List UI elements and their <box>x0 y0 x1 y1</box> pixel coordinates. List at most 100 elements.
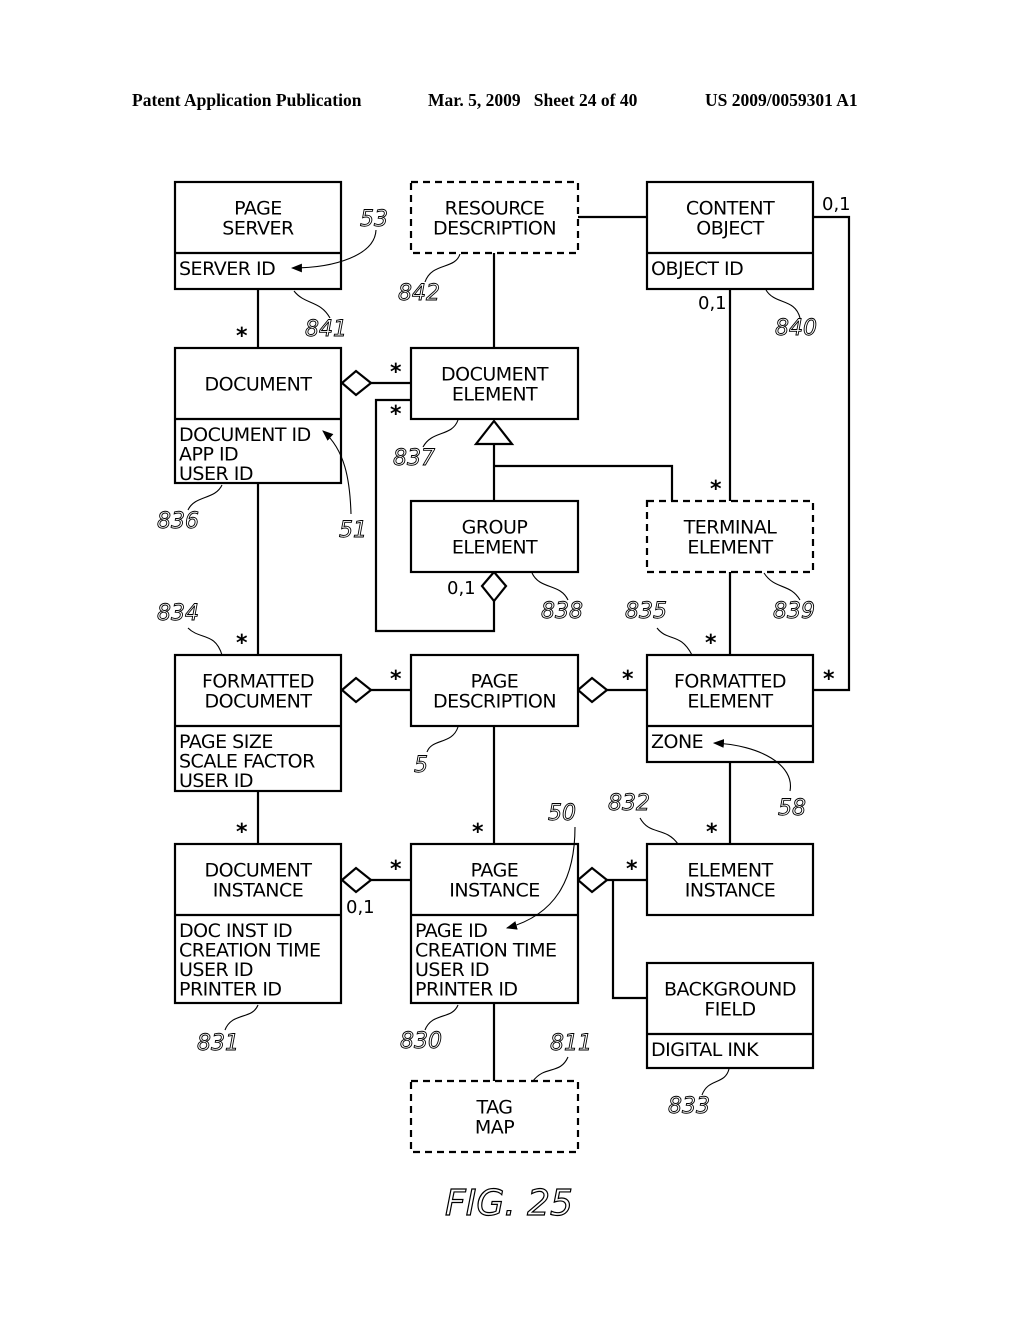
page-server-title-line: SERVER <box>222 218 294 240</box>
page-description-title-line: PAGE <box>471 671 519 693</box>
mult-formatted-document: * <box>236 631 248 656</box>
class-element-instance: ELEMENTINSTANCE <box>645 842 815 917</box>
document-element-title-line: DOCUMENT <box>441 364 549 386</box>
ref-5: 5 <box>414 753 428 778</box>
ref-58: 58 <box>778 796 806 821</box>
leader-831 <box>224 1004 259 1031</box>
aggregation-diamond-document-instance <box>340 866 373 894</box>
class-terminal-element: TERMINALELEMENT <box>645 499 815 574</box>
class-document-element: DOCUMENTELEMENT <box>409 346 580 421</box>
aggregation-diamond-page-instance <box>576 866 609 894</box>
class-tag-map: TAGMAP <box>409 1079 580 1154</box>
mult-docelement-aggregated: * <box>390 360 402 385</box>
mult-formatted-element-right: * <box>823 667 835 692</box>
ref-832: 832 <box>608 791 650 816</box>
aggregation-diamond-group-element <box>480 570 508 603</box>
leader-836 <box>187 484 223 511</box>
leader-830 <box>424 1004 459 1031</box>
formatted-element-attribute: ZONE <box>651 731 703 753</box>
page-instance-title-line: INSTANCE <box>449 880 540 902</box>
group-element-title-line: ELEMENT <box>452 537 538 559</box>
formatted-document-title-line: DOCUMENT <box>205 691 313 713</box>
page-instance-title-line: PAGE <box>471 860 519 882</box>
element-instance-title-line: INSTANCE <box>685 880 776 902</box>
ref-842: 842 <box>398 281 440 306</box>
page-server-title-line: PAGE <box>234 198 282 220</box>
element-instance-title-line: ELEMENT <box>687 860 773 882</box>
mult-page-instance-top: * <box>472 820 484 845</box>
mult-document-instance: * <box>236 820 248 845</box>
document-element-title-line: ELEMENT <box>452 384 538 406</box>
leader-838 <box>531 572 569 601</box>
mult-page-instance-left: * <box>390 857 402 882</box>
ref-840: 840 <box>775 316 817 341</box>
class-resource-description: RESOURCEDESCRIPTION <box>409 180 580 255</box>
ref-841: 841 <box>305 317 347 342</box>
content-object-title-line: CONTENT <box>686 198 775 220</box>
document-instance-title-line: INSTANCE <box>213 880 304 902</box>
ref-831: 831 <box>197 1031 239 1056</box>
background-field-title-line: FIELD <box>704 999 755 1021</box>
uml-class-diagram: PAGESERVERSERVER IDRESOURCEDESCRIPTIONCO… <box>157 180 851 1225</box>
resource-description-title-line: DESCRIPTION <box>433 218 556 240</box>
mult-content-object-right: 0,1 <box>822 194 851 215</box>
figure-label: FIG. 25 <box>445 1183 573 1224</box>
ref-839: 839 <box>773 599 815 624</box>
aggregation-diamond-page-description <box>576 676 609 704</box>
page-description-title-line: DESCRIPTION <box>433 691 556 713</box>
tag-map-title-line: TAG <box>475 1097 512 1119</box>
document-title-line: DOCUMENT <box>205 374 313 396</box>
leader-835 <box>656 627 693 656</box>
mult-document-from-server: * <box>236 324 248 349</box>
leader-811 <box>532 1056 569 1082</box>
mult-page-description: * <box>390 667 402 692</box>
leader-841 <box>293 290 331 319</box>
formatted-document-title-line: FORMATTED <box>202 671 314 693</box>
leader-833 <box>701 1068 730 1096</box>
class-formatted-element: FORMATTEDELEMENT ZONE <box>645 653 815 764</box>
leader-840 <box>765 289 801 319</box>
class-page-instance: PAGEINSTANCEPAGE IDCREATION TIMEUSER IDP… <box>409 842 580 1005</box>
mult-group-element: 0,1 <box>447 578 476 599</box>
class-document-instance: DOCUMENTINSTANCEDOC INST IDCREATION TIME… <box>173 842 343 1005</box>
leader-5 <box>426 726 459 753</box>
class-formatted-document: FORMATTEDDOCUMENTPAGE SIZESCALE FACTORUS… <box>173 653 343 793</box>
ref-835: 835 <box>625 599 667 624</box>
line-pageinstance-background <box>611 880 647 1000</box>
tag-map-title-line: MAP <box>475 1117 514 1139</box>
ref-837: 837 <box>393 446 435 471</box>
formatted-element-title-line: ELEMENT <box>687 691 773 713</box>
document-attribute: USER ID <box>179 463 253 485</box>
page-server-attribute: SERVER ID <box>179 258 275 280</box>
leader-834 <box>187 627 223 656</box>
mult-document-instance-01: 0,1 <box>346 897 375 918</box>
page-instance-attribute: PRINTER ID <box>415 979 518 1001</box>
document-instance-attribute: PRINTER ID <box>179 979 282 1001</box>
mult-content-object-bottom: 0,1 <box>698 293 727 314</box>
content-object-attribute: OBJECT ID <box>651 258 743 280</box>
leader-839 <box>763 572 801 601</box>
background-field-attribute: DIGITAL INK <box>651 1039 759 1061</box>
ref-830: 830 <box>400 1029 442 1054</box>
mult-docelement-group: * <box>390 402 402 427</box>
class-page-description: PAGEDESCRIPTION <box>409 653 580 728</box>
formatted-element-title-line: FORMATTED <box>674 671 786 693</box>
aggregation-diamond-document <box>340 369 373 397</box>
leader-842 <box>424 253 461 283</box>
mult-terminal-element: * <box>710 477 722 502</box>
ref-50: 50 <box>548 801 576 826</box>
line-generalization-terminal <box>494 464 674 501</box>
aggregation-diamond-formatted-document <box>340 676 373 704</box>
terminal-element-title-line: TERMINAL <box>683 517 778 539</box>
resource-description-title-line: RESOURCE <box>445 198 545 220</box>
ref-834: 834 <box>157 601 199 626</box>
class-group-element: GROUPELEMENT <box>409 499 580 574</box>
mult-formatted-element-top: * <box>705 631 717 656</box>
class-page-server: PAGESERVER SERVER ID <box>173 180 343 291</box>
leader-837 <box>422 419 459 448</box>
background-field-title-line: BACKGROUND <box>664 979 796 1001</box>
ref-836: 836 <box>157 509 199 534</box>
line-content-formattedelement <box>813 215 851 692</box>
leader-832 <box>639 817 679 845</box>
ref-811: 811 <box>550 1031 592 1056</box>
